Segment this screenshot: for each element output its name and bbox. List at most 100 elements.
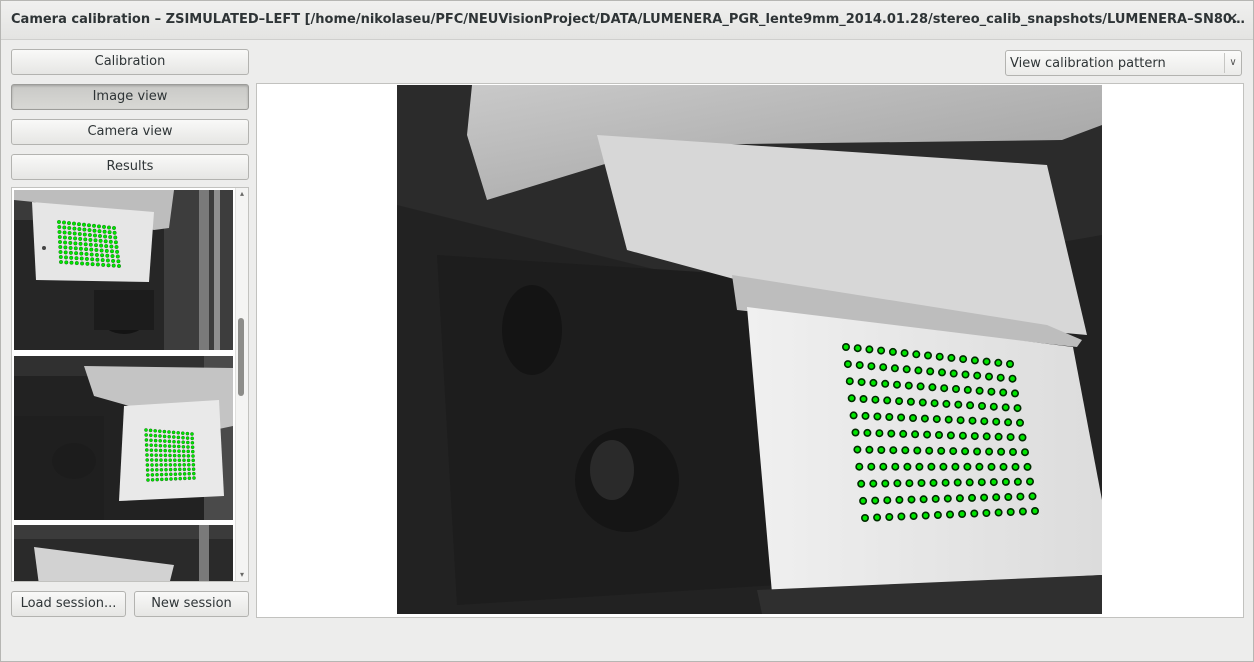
pattern-dot — [150, 468, 154, 472]
scroll-down-arrow-icon[interactable]: ▾ — [236, 569, 248, 581]
pattern-dot — [951, 384, 960, 393]
pattern-dot — [915, 462, 924, 471]
pattern-dot — [154, 463, 159, 467]
pattern-dot — [893, 479, 902, 488]
pattern-dot — [150, 478, 155, 482]
pattern-dot — [861, 411, 870, 420]
pattern-dot — [87, 228, 92, 233]
pattern-dot — [88, 237, 93, 242]
pattern-dot — [849, 411, 858, 420]
pattern-dot — [186, 449, 190, 454]
pattern-dot — [945, 510, 954, 519]
scrollbar-thumb[interactable] — [238, 318, 244, 396]
pattern-dot — [895, 495, 904, 504]
pattern-dot — [973, 447, 982, 456]
pattern-dot — [113, 235, 118, 240]
pattern-dot — [69, 260, 74, 265]
pattern-dot — [90, 262, 95, 267]
pattern-dot — [917, 478, 926, 487]
pattern-dot — [187, 467, 191, 472]
thumbnail-scrollbar[interactable]: ▴ ▾ — [235, 188, 248, 581]
calibration-button[interactable]: Calibration — [11, 49, 249, 75]
scroll-up-arrow-icon[interactable]: ▴ — [236, 188, 248, 200]
pattern-dot — [980, 493, 989, 502]
pattern-dot — [74, 251, 79, 256]
pattern-dot — [949, 447, 958, 456]
pattern-dot — [1028, 492, 1037, 501]
pattern-dot — [955, 494, 964, 503]
load-session-button[interactable]: Load session... — [11, 591, 126, 617]
pattern-dot — [859, 496, 868, 505]
pattern-dot — [99, 248, 104, 253]
chevron-down-icon[interactable]: ∨ — [1224, 53, 1241, 73]
pattern-dot — [889, 446, 898, 455]
pattern-dot — [908, 413, 917, 422]
pattern-dot — [149, 443, 153, 447]
pattern-dot — [191, 454, 195, 458]
pattern-dot — [172, 449, 177, 453]
pattern-dot — [168, 449, 172, 453]
pattern-dot — [160, 477, 164, 482]
pattern-dot — [879, 462, 888, 471]
pattern-dot — [154, 453, 158, 457]
pattern-dot — [953, 478, 962, 487]
pattern-dot — [68, 236, 72, 240]
pattern-dot — [100, 258, 105, 263]
pattern-dot — [104, 248, 109, 253]
pattern-dot — [58, 250, 63, 254]
pattern-dot — [939, 462, 948, 471]
pattern-dot — [103, 234, 108, 239]
pattern-dot — [116, 259, 121, 264]
pattern-dot — [1016, 492, 1025, 501]
snapshot-thumbnail[interactable] — [14, 190, 233, 350]
pattern-dot — [163, 458, 168, 462]
pattern-dot — [885, 412, 894, 421]
pattern-dot — [980, 417, 989, 426]
pattern-dot — [97, 224, 101, 229]
pattern-dot — [992, 493, 1001, 502]
snapshot-thumbnail[interactable] — [14, 525, 233, 581]
image-view-button[interactable]: Image view — [11, 84, 249, 110]
pattern-dot — [63, 250, 68, 255]
pattern-dot — [984, 372, 993, 381]
pattern-dot — [888, 347, 897, 356]
pattern-dot — [877, 445, 886, 454]
pattern-dot — [153, 438, 158, 443]
pattern-dot — [942, 399, 951, 408]
pattern-dot — [62, 220, 66, 225]
pattern-dot — [164, 463, 168, 467]
pattern-dot — [187, 463, 191, 467]
pattern-dot — [1011, 462, 1020, 471]
pattern-dot — [923, 430, 932, 439]
pattern-dot — [177, 463, 182, 467]
pattern-dot — [72, 226, 77, 231]
pattern-dot — [68, 245, 73, 250]
pattern-dot — [885, 512, 894, 521]
snapshot-thumbnail-list[interactable]: ▴ ▾ — [11, 187, 249, 582]
pattern-dot — [163, 453, 168, 458]
results-button[interactable]: Results — [11, 154, 249, 180]
pattern-dot — [956, 416, 965, 425]
pattern-dot — [78, 246, 83, 251]
pattern-dot — [146, 473, 150, 477]
pattern-dot — [183, 476, 187, 481]
snapshot-thumbnail[interactable] — [14, 356, 233, 520]
pattern-dot — [892, 380, 901, 389]
pattern-dot — [961, 370, 970, 379]
pattern-dot — [80, 261, 85, 266]
pattern-dot — [1006, 433, 1015, 442]
new-session-button[interactable]: New session — [134, 591, 249, 617]
pattern-dot — [98, 238, 103, 243]
pattern-dot — [167, 444, 172, 448]
image-viewer[interactable] — [256, 83, 1244, 618]
view-mode-select[interactable]: View calibration pattern ∨ — [1005, 50, 1242, 76]
pattern-dot — [102, 229, 107, 234]
pattern-dot — [963, 385, 972, 394]
pattern-dot — [111, 258, 116, 263]
camera-view-button[interactable]: Camera view — [11, 119, 249, 145]
close-icon[interactable]: ✕ — [1223, 10, 1241, 28]
pattern-dot — [975, 462, 984, 471]
pattern-dot — [169, 472, 173, 477]
snapshot-thumbnail-image — [14, 190, 233, 350]
pattern-dot — [181, 435, 185, 440]
